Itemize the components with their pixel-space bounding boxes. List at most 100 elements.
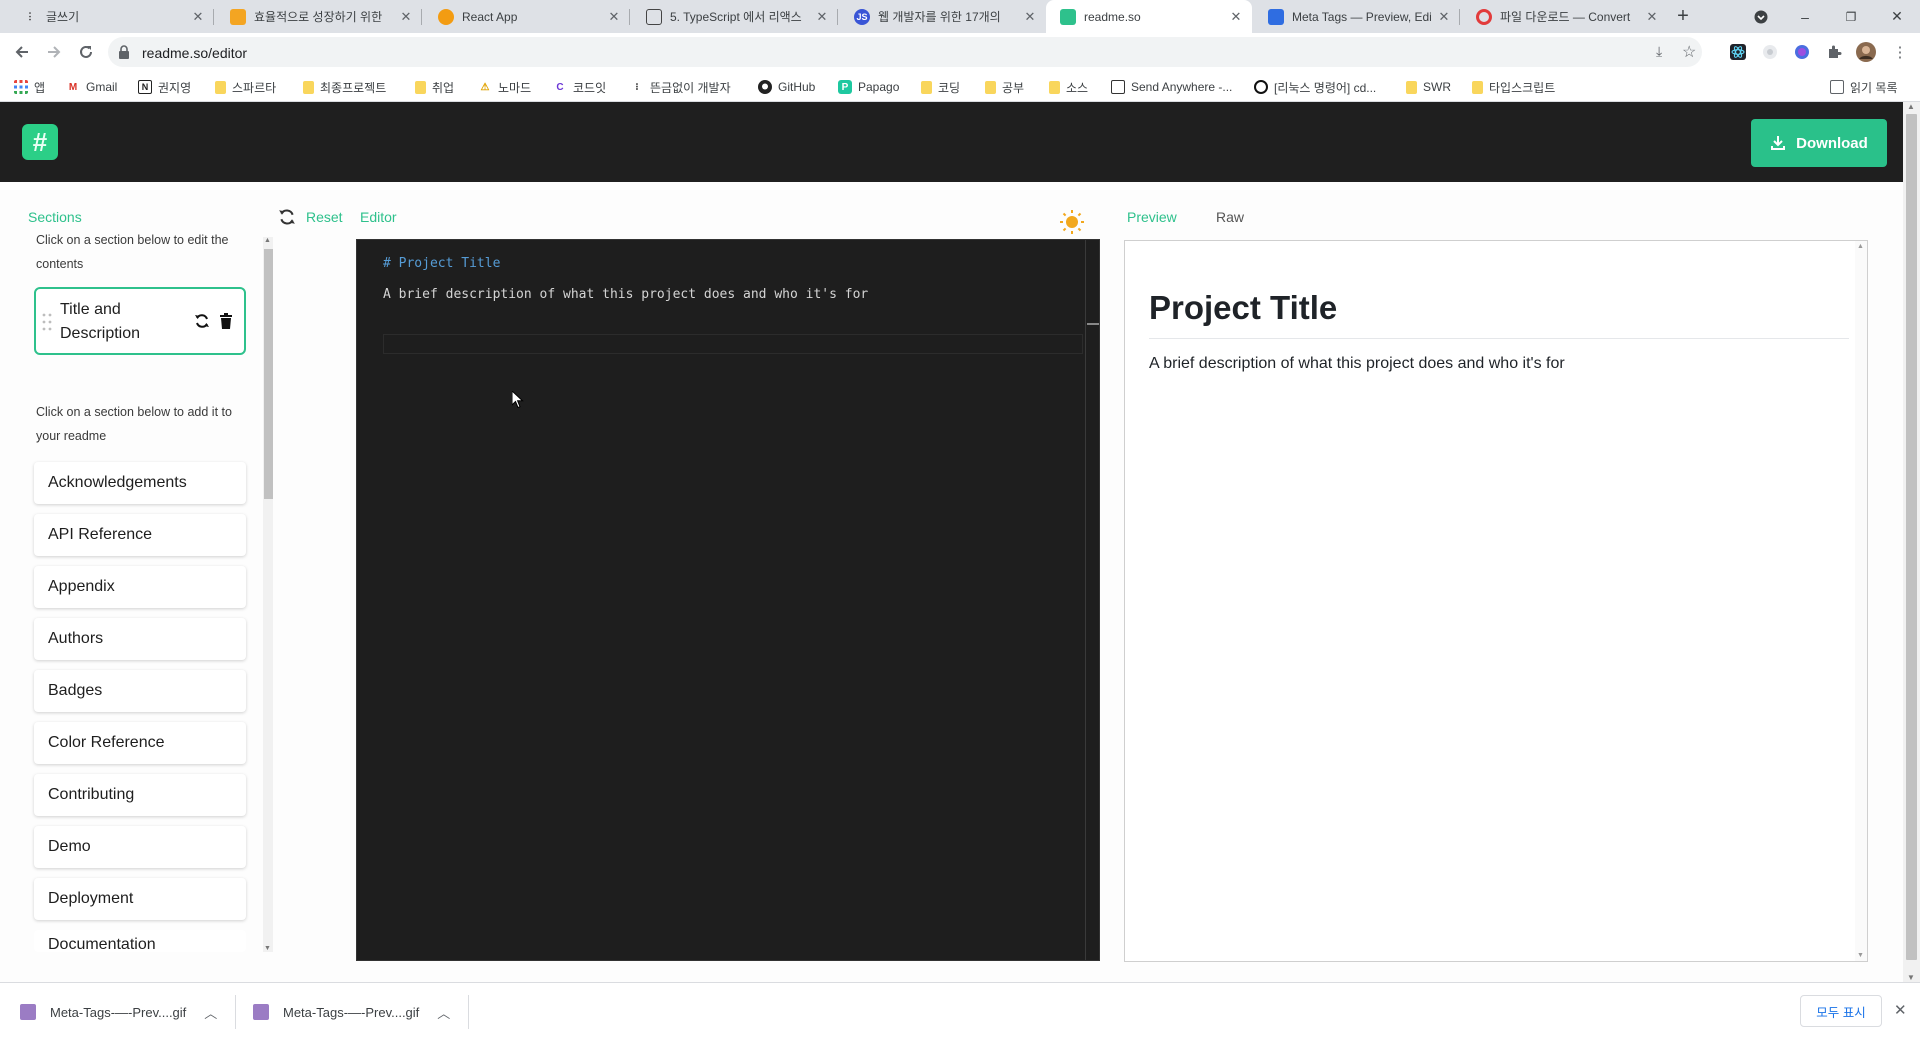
show-all-downloads-button[interactable]: 모두 표시 <box>1800 995 1882 1027</box>
section-option[interactable]: Badges <box>34 670 246 712</box>
reset-icon[interactable] <box>278 208 298 228</box>
forward-icon[interactable] <box>40 38 68 66</box>
bookmark-item[interactable]: 앱 <box>14 77 45 97</box>
bookmark-item[interactable]: 소스 <box>1049 77 1088 97</box>
scroll-down-icon[interactable]: ▼ <box>1907 973 1915 982</box>
bookmark-item[interactable]: 공부 <box>985 77 1024 97</box>
download-item[interactable]: Meta-Tags-—-Prev....gif ︿ <box>20 983 217 1041</box>
close-window-icon[interactable]: ✕ <box>1874 0 1920 33</box>
reload-icon[interactable] <box>72 38 100 66</box>
close-tab-icon[interactable]: ✕ <box>398 9 414 25</box>
preview-tab[interactable]: Preview <box>1127 209 1177 225</box>
extension-globe-icon[interactable] <box>1792 42 1812 62</box>
minimize-icon[interactable]: – <box>1782 0 1828 33</box>
bookmark-item[interactable]: C 코드잇 <box>553 77 606 97</box>
browser-tab[interactable]: 효율적으로 성장하기 위한 ✕ <box>216 0 422 33</box>
section-option[interactable]: API Reference <box>34 514 246 556</box>
section-option[interactable]: Appendix <box>34 566 246 608</box>
browser-tab[interactable]: 파일 다운로드 — Convert ✕ <box>1462 0 1668 33</box>
bookmark-item[interactable]: 스파르타 <box>215 77 276 97</box>
scrollbar-thumb[interactable] <box>1906 114 1917 960</box>
markdown-editor[interactable]: # Project Title A brief description of w… <box>356 239 1100 961</box>
install-app-icon[interactable]: ⤓ <box>1656 43 1662 60</box>
react-devtools-icon[interactable] <box>1728 42 1748 62</box>
bookmarks-bar: 앱 M Gmail N 권지영 스파르타 최종프로젝트 취업 ⚠ 노마드 C 코… <box>0 71 1920 102</box>
download-button[interactable]: Download <box>1751 119 1887 167</box>
scroll-down-icon[interactable]: ▼ <box>1857 952 1864 959</box>
section-option[interactable]: Deployment <box>34 878 246 920</box>
editor-scrollbar[interactable] <box>1085 240 1099 960</box>
bookmark-label: [리눅스 명령어] cd... <box>1274 80 1377 95</box>
theme-toggle-sun-icon[interactable] <box>1059 209 1085 235</box>
bookmark-item[interactable]: 최종프로젝트 <box>303 77 386 97</box>
close-tab-icon[interactable]: ✕ <box>814 9 830 25</box>
bookmark-item[interactable]: 코딩 <box>921 77 960 97</box>
bookmark-item[interactable]: P Papago <box>838 77 899 97</box>
sections-scrollbar[interactable]: ▲ ▼ <box>263 237 273 952</box>
close-tab-icon[interactable]: ✕ <box>606 9 622 25</box>
scroll-down-icon[interactable]: ▼ <box>264 945 271 952</box>
scroll-up-icon[interactable]: ▲ <box>1857 243 1864 250</box>
bookmark-item[interactable]: ⚠ 노마드 <box>478 77 532 97</box>
browser-tab-active[interactable]: readme.so ✕ <box>1046 0 1252 33</box>
drag-handle-icon[interactable] <box>42 313 52 331</box>
tab-search-icon[interactable] <box>1738 0 1784 33</box>
bookmark-item[interactable]: GitHub <box>758 77 815 97</box>
raw-tab[interactable]: Raw <box>1216 209 1244 225</box>
new-tab-button[interactable]: + <box>1666 0 1700 33</box>
scrollbar-thumb[interactable] <box>264 249 273 499</box>
menu-kebab-icon[interactable]: ⋮ <box>1890 42 1910 62</box>
active-section-card[interactable]: Title and Description <box>34 287 246 355</box>
close-tab-icon[interactable]: ✕ <box>1436 9 1452 25</box>
tab-favicon-icon <box>646 8 662 25</box>
section-option[interactable]: Demo <box>34 826 246 868</box>
chevron-up-icon[interactable]: ︿ <box>204 1003 217 1022</box>
bookmark-item[interactable]: [리눅스 명령어] cd... <box>1254 77 1376 97</box>
extension-icon[interactable] <box>1760 42 1780 62</box>
extensions-puzzle-icon[interactable] <box>1824 42 1844 62</box>
reading-list-button[interactable]: 읽기 목록 <box>1830 77 1898 97</box>
bookmark-item[interactable]: 취업 <box>415 77 454 97</box>
section-option[interactable]: Authors <box>34 618 246 660</box>
page-scrollbar[interactable]: ▲ ▼ <box>1903 102 1920 982</box>
bookmark-label: 코딩 <box>938 80 961 95</box>
browser-tab[interactable]: ⋮ 글쓰기 ✕ <box>8 0 214 33</box>
bookmark-item[interactable]: ⁝ 뜬금없이 개발자 <box>630 77 730 97</box>
close-tab-icon[interactable]: ✕ <box>1644 9 1660 25</box>
scroll-up-icon[interactable]: ▲ <box>1907 102 1915 111</box>
tab-favicon-icon: ⋮ <box>25 11 35 21</box>
bookmark-item[interactable]: N 권지영 <box>138 77 191 97</box>
close-tab-icon[interactable]: ✕ <box>1228 9 1244 25</box>
bookmark-star-icon[interactable]: ☆ <box>1682 42 1696 62</box>
add-hint: Click on a section below to add it to yo… <box>36 405 232 443</box>
section-option[interactable]: Documentation <box>34 930 246 952</box>
reset-section-icon[interactable] <box>192 311 212 331</box>
section-option[interactable]: Contributing <box>34 774 246 816</box>
section-option[interactable]: Color Reference <box>34 722 246 764</box>
section-option[interactable]: Acknowledgements <box>34 462 246 504</box>
sendanywhere-icon <box>1111 80 1125 94</box>
browser-tab[interactable]: JS 웹 개발자를 위한 17개의 ✕ <box>840 0 1046 33</box>
download-item[interactable]: Meta-Tags-—-Prev....gif ︿ <box>253 983 450 1041</box>
bookmark-item[interactable]: SWR <box>1406 77 1451 97</box>
close-tab-icon[interactable]: ✕ <box>1022 9 1038 25</box>
browser-tab[interactable]: React App ✕ <box>424 0 630 33</box>
preview-scrollbar[interactable]: ▲ ▼ <box>1855 241 1867 961</box>
scroll-up-icon[interactable]: ▲ <box>264 237 271 244</box>
readme-so-logo[interactable]: # <box>22 124 58 160</box>
close-shelf-icon[interactable]: ✕ <box>1894 1001 1907 1019</box>
bookmark-item[interactable]: Send Anywhere -... <box>1111 77 1232 97</box>
close-tab-icon[interactable]: ✕ <box>190 9 206 25</box>
address-bar[interactable]: readme.so/editor ⤓ ☆ <box>108 37 1702 67</box>
browser-tab[interactable]: Meta Tags — Preview, Edi ✕ <box>1254 0 1460 33</box>
browser-tab[interactable]: 5. TypeScript 에서 리액스 ✕ <box>632 0 838 33</box>
reset-button[interactable]: Reset <box>306 209 343 225</box>
editor-tab[interactable]: Editor <box>360 209 397 225</box>
back-icon[interactable] <box>8 38 36 66</box>
bookmark-item[interactable]: 타입스크립트 <box>1472 77 1555 97</box>
profile-avatar-icon[interactable] <box>1856 42 1876 62</box>
delete-section-icon[interactable] <box>216 311 236 331</box>
bookmark-item[interactable]: M Gmail <box>66 77 118 97</box>
chevron-up-icon[interactable]: ︿ <box>437 1003 450 1022</box>
restore-icon[interactable]: ❐ <box>1828 0 1874 33</box>
